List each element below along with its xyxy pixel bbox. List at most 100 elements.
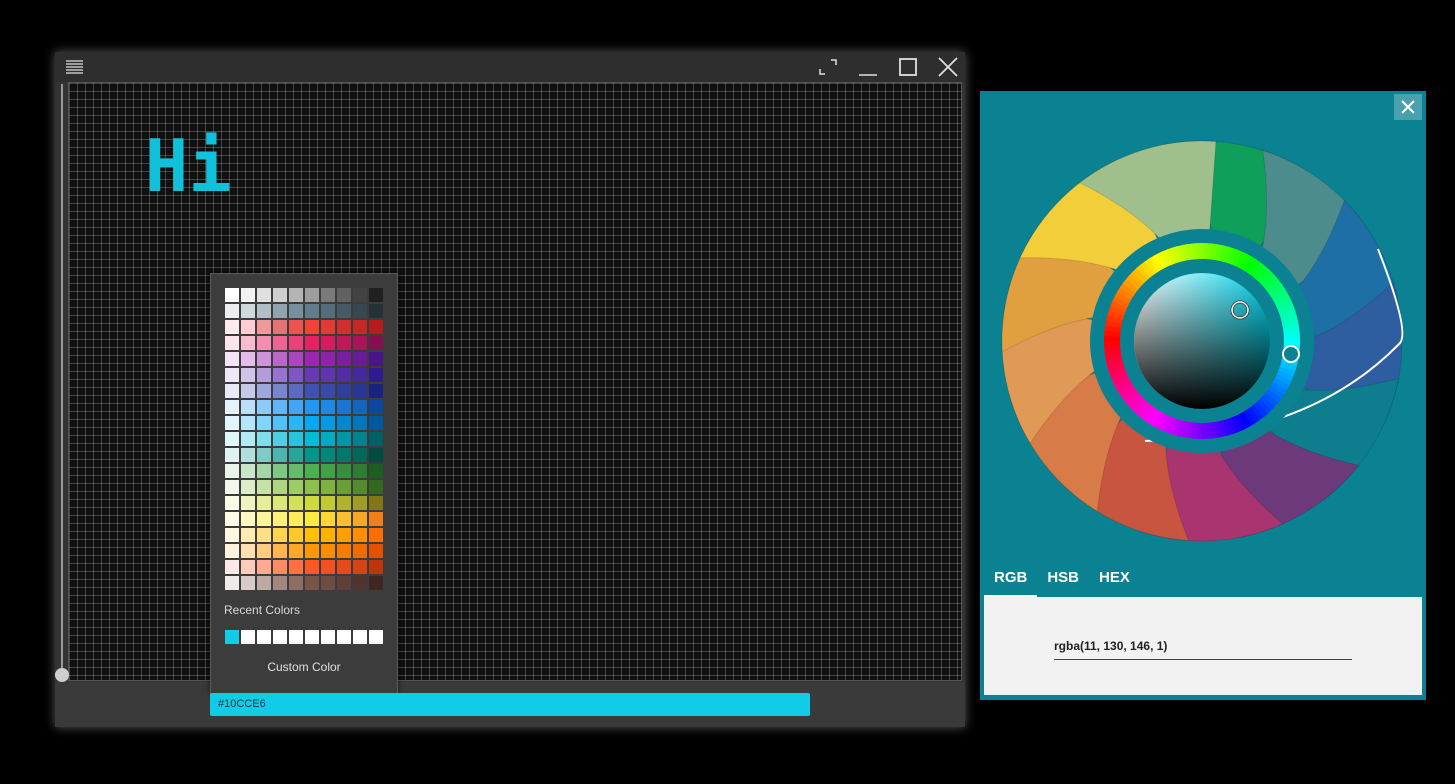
hue-ring-segment[interactable] [1196, 243, 1203, 260]
recent-color-swatch[interactable] [336, 629, 352, 645]
minimize-icon[interactable] [856, 56, 880, 78]
color-swatch[interactable] [320, 399, 336, 415]
color-swatch[interactable] [304, 543, 320, 559]
color-swatch[interactable] [224, 463, 240, 479]
color-swatch[interactable] [256, 495, 272, 511]
color-swatch[interactable] [352, 319, 368, 335]
hue-ring-segment[interactable] [1104, 340, 1121, 347]
fullscreen-icon[interactable] [816, 56, 840, 78]
color-swatch[interactable] [352, 543, 368, 559]
hue-ring-segment[interactable] [1283, 335, 1300, 342]
color-swatch[interactable] [256, 399, 272, 415]
color-swatch[interactable] [368, 479, 384, 495]
color-swatch[interactable] [336, 463, 352, 479]
color-swatch[interactable] [352, 415, 368, 431]
color-swatch[interactable] [304, 527, 320, 543]
color-swatch[interactable] [336, 367, 352, 383]
color-swatch[interactable] [304, 383, 320, 399]
color-swatch[interactable] [224, 495, 240, 511]
color-swatch[interactable] [240, 383, 256, 399]
color-swatch[interactable] [240, 511, 256, 527]
color-swatch[interactable] [240, 287, 256, 303]
hue-picker-handle[interactable] [1282, 345, 1300, 363]
color-swatch[interactable] [224, 527, 240, 543]
color-swatch[interactable] [256, 303, 272, 319]
color-swatch[interactable] [256, 383, 272, 399]
color-swatch[interactable] [240, 399, 256, 415]
color-swatch[interactable] [240, 351, 256, 367]
color-swatch[interactable] [224, 431, 240, 447]
recent-color-swatch[interactable] [368, 629, 384, 645]
color-swatch[interactable] [336, 431, 352, 447]
color-swatch[interactable] [224, 559, 240, 575]
color-swatch[interactable] [336, 543, 352, 559]
color-swatch[interactable] [256, 559, 272, 575]
color-swatch[interactable] [352, 383, 368, 399]
color-swatch[interactable] [240, 447, 256, 463]
color-swatch[interactable] [224, 287, 240, 303]
color-swatch[interactable] [272, 559, 288, 575]
custom-color-button[interactable]: Custom Color [211, 660, 397, 674]
color-swatch[interactable] [272, 543, 288, 559]
color-swatch[interactable] [240, 543, 256, 559]
color-swatch[interactable] [240, 559, 256, 575]
color-swatch[interactable] [320, 287, 336, 303]
color-swatch[interactable] [224, 479, 240, 495]
color-swatch[interactable] [272, 335, 288, 351]
hue-ring-segment[interactable] [1201, 422, 1208, 439]
color-swatch[interactable] [272, 303, 288, 319]
color-swatch[interactable] [288, 351, 304, 367]
color-swatch[interactable] [240, 479, 256, 495]
color-swatch[interactable] [352, 367, 368, 383]
color-swatch[interactable] [288, 463, 304, 479]
recent-color-swatch[interactable] [288, 629, 304, 645]
color-swatch[interactable] [352, 335, 368, 351]
tab-hex[interactable]: HEX [1089, 561, 1140, 597]
color-swatch[interactable] [240, 431, 256, 447]
color-swatch[interactable] [368, 431, 384, 447]
color-swatch[interactable] [336, 447, 352, 463]
color-swatch[interactable] [368, 319, 384, 335]
color-swatch[interactable] [224, 335, 240, 351]
color-swatch[interactable] [320, 575, 336, 591]
color-swatch[interactable] [256, 479, 272, 495]
color-swatch[interactable] [352, 447, 368, 463]
color-swatch[interactable] [368, 575, 384, 591]
color-swatch[interactable] [288, 367, 304, 383]
color-swatch[interactable] [336, 351, 352, 367]
color-swatch[interactable] [352, 479, 368, 495]
color-swatch[interactable] [224, 575, 240, 591]
color-swatch[interactable] [352, 351, 368, 367]
color-swatch[interactable] [368, 351, 384, 367]
color-swatch[interactable] [272, 319, 288, 335]
color-swatch[interactable] [304, 447, 320, 463]
color-swatch[interactable] [352, 399, 368, 415]
color-swatch[interactable] [288, 335, 304, 351]
vertical-slider-track[interactable] [61, 84, 63, 676]
tab-hsb[interactable]: HSB [1037, 561, 1089, 597]
color-swatch[interactable] [256, 527, 272, 543]
tab-rgb[interactable]: RGB [984, 561, 1038, 597]
color-swatch[interactable] [320, 351, 336, 367]
color-swatch[interactable] [352, 559, 368, 575]
color-swatch[interactable] [240, 527, 256, 543]
color-swatch[interactable] [288, 447, 304, 463]
color-swatch[interactable] [224, 367, 240, 383]
color-swatch[interactable] [272, 351, 288, 367]
color-swatch[interactable] [368, 367, 384, 383]
color-swatch[interactable] [368, 335, 384, 351]
color-swatch[interactable] [368, 383, 384, 399]
color-swatch[interactable] [368, 447, 384, 463]
color-swatch[interactable] [224, 415, 240, 431]
picker-close-button[interactable] [1394, 94, 1422, 120]
color-swatch[interactable] [320, 527, 336, 543]
color-swatch[interactable] [256, 543, 272, 559]
color-swatch[interactable] [288, 495, 304, 511]
color-swatch[interactable] [320, 447, 336, 463]
hex-color-input[interactable]: #10CCE6 [210, 693, 810, 716]
color-swatch[interactable] [336, 319, 352, 335]
color-swatch[interactable] [368, 287, 384, 303]
color-swatch[interactable] [320, 319, 336, 335]
color-swatch[interactable] [272, 447, 288, 463]
close-icon[interactable] [936, 56, 960, 78]
